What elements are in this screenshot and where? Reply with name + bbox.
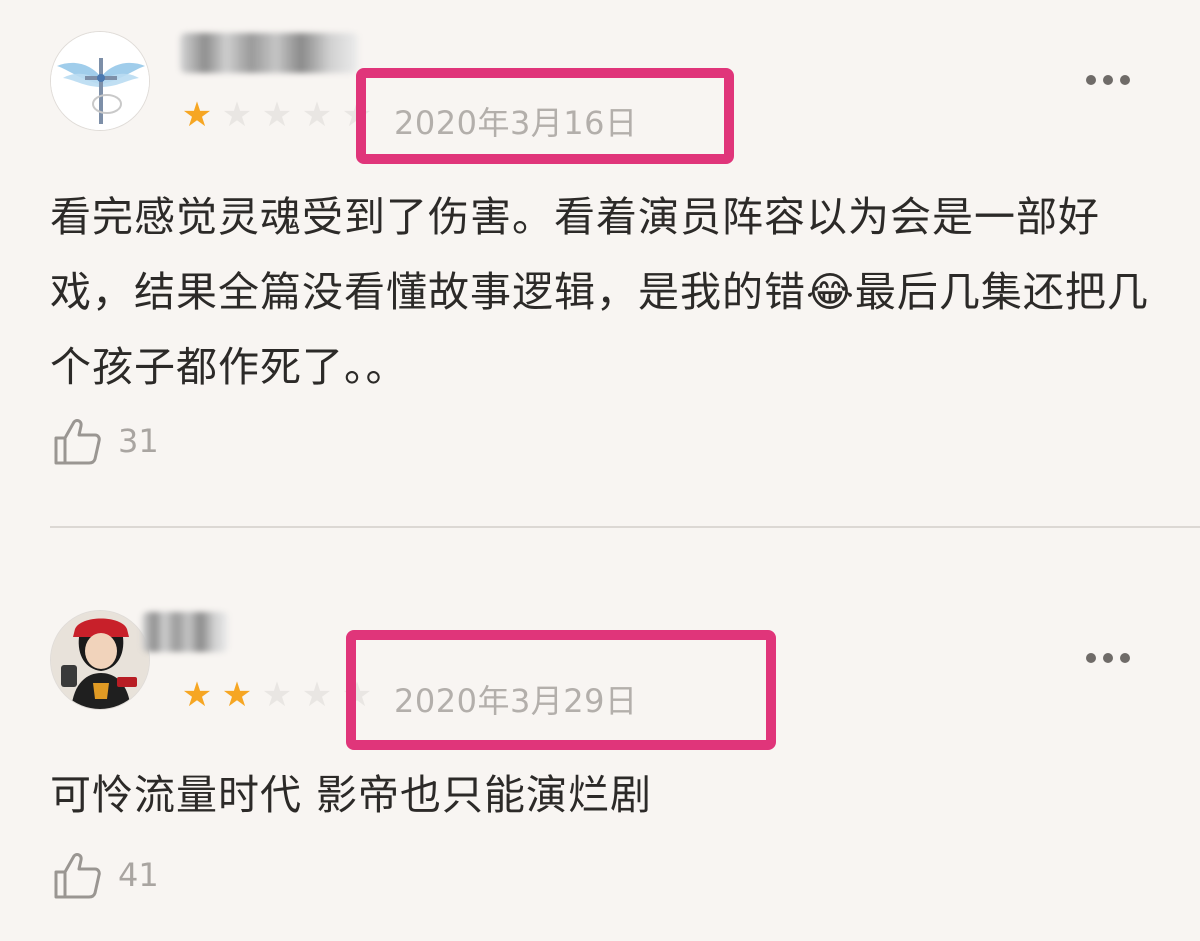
star-filled-icon: ★ — [181, 95, 213, 135]
star-empty-icon: ★ — [261, 675, 293, 715]
cartoon-character-avatar-image — [51, 611, 149, 709]
star-empty-icon: ★ — [301, 95, 333, 135]
star-filled-icon: ★ — [181, 675, 213, 715]
more-dots-icon — [1120, 653, 1130, 663]
review-date: 2020年3月29日 — [394, 682, 638, 720]
review-item: ★ ★ ★ ★ ★ 2020年3月29日 可怜流量时代 影帝也只能演烂剧 41 — [0, 528, 1200, 941]
review-date: 2020年3月16日 — [394, 104, 638, 142]
star-empty-icon: ★ — [301, 675, 333, 715]
more-dots-icon — [1086, 75, 1096, 85]
star-empty-icon: ★ — [261, 95, 293, 135]
more-dots-icon — [1120, 75, 1130, 85]
like-count: 31 — [118, 422, 159, 460]
like-button[interactable]: 31 — [52, 416, 159, 466]
review-item: ★ ★ ★ ★ ★ 2020年3月16日 看完感觉灵魂受到了伤害。看着演员阵容以… — [0, 0, 1200, 527]
more-dots-icon — [1086, 653, 1096, 663]
like-button[interactable]: 41 — [52, 850, 159, 900]
star-filled-icon: ★ — [221, 675, 253, 715]
thumbs-up-icon — [54, 419, 101, 465]
more-options-button[interactable] — [1086, 648, 1136, 668]
angel-cross-avatar-image — [51, 32, 149, 130]
more-dots-icon — [1103, 75, 1113, 85]
star-empty-icon: ★ — [221, 95, 253, 135]
thumbs-up-icon — [54, 853, 101, 899]
username-blurred[interactable] — [180, 33, 358, 73]
avatar[interactable] — [50, 31, 150, 131]
more-dots-icon — [1103, 653, 1113, 663]
avatar[interactable] — [50, 610, 150, 710]
review-content: 可怜流量时代 影帝也只能演烂剧 — [50, 771, 653, 819]
review-content: 看完感觉灵魂受到了伤害。看着演员阵容以为会是一部好戏，结果全篇没看懂故事逻辑，是… — [50, 193, 1149, 391]
like-count: 41 — [118, 856, 159, 894]
star-rating: ★ ★ ★ ★ ★ — [178, 96, 376, 134]
username-blurred[interactable] — [142, 612, 228, 652]
more-options-button[interactable] — [1086, 70, 1136, 90]
